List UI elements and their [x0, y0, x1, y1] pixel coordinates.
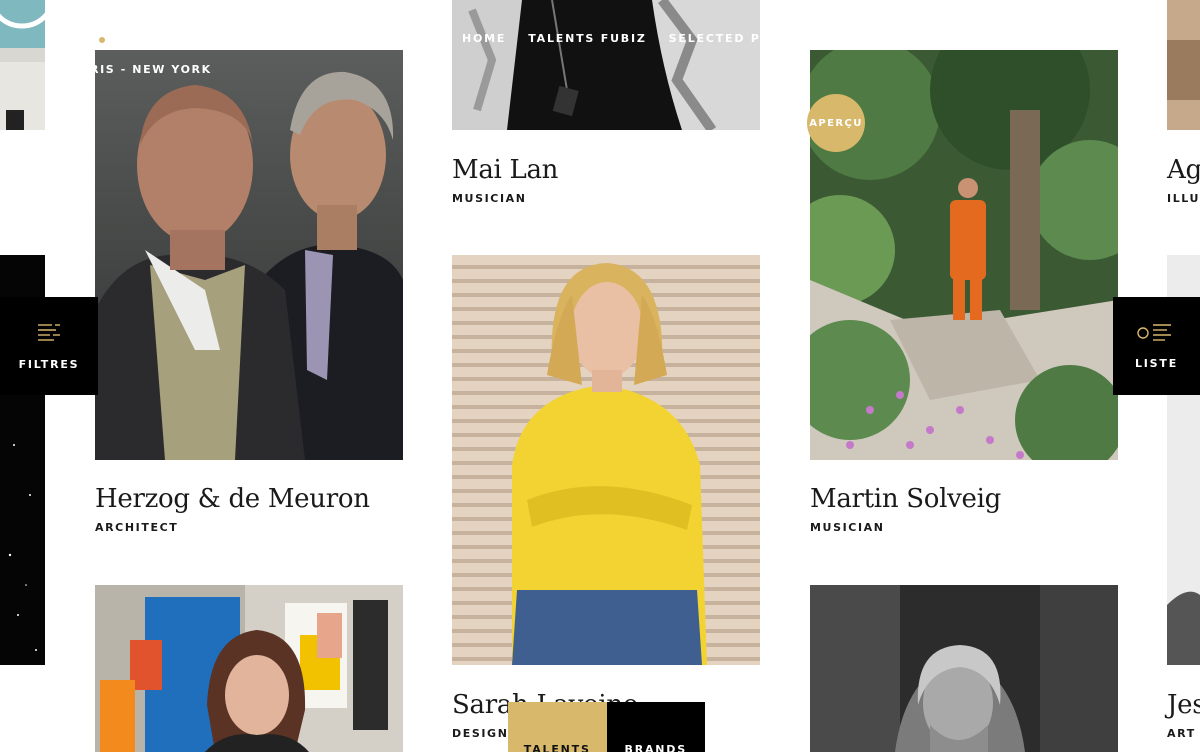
talent-name[interactable]: Herzog & de Meuron	[95, 484, 370, 514]
talent-role: ILLUS	[1167, 192, 1200, 205]
filter-icon	[38, 323, 60, 341]
left-edge-photo-top[interactable]	[0, 0, 45, 130]
talent-name[interactable]: Jess	[1167, 690, 1200, 720]
talent-role: ARCHITECT	[95, 521, 179, 534]
talent-role: MUSICIAN	[452, 192, 527, 205]
office-cities: RIS - NEW YORK	[90, 63, 212, 76]
logo-dot	[99, 37, 105, 43]
brand-logo[interactable]: Studio	[95, 32, 203, 52]
filters-button[interactable]: FILTRES	[0, 297, 98, 395]
talent-name[interactable]: Aga	[1167, 155, 1200, 185]
talent-name[interactable]: Mai Lan	[452, 155, 558, 185]
logo-text: Studio	[109, 32, 203, 52]
right-edge-photo-top[interactable]	[1167, 0, 1200, 130]
talent-role: MUSICIAN	[810, 521, 885, 534]
nav-selected-projects[interactable]: SELECTED PROJE	[669, 32, 760, 45]
talent-role: ART D	[1167, 727, 1200, 740]
talent-photo-bottom-right[interactable]	[810, 585, 1118, 752]
nav-home[interactable]: HOME	[462, 32, 506, 45]
list-view-button[interactable]: LISTE	[1113, 297, 1200, 395]
nav-talents-fubiz[interactable]: TALENTS FUBIZ	[528, 32, 646, 45]
list-label: LISTE	[1134, 356, 1179, 370]
filters-label: FILTRES	[18, 357, 80, 371]
talent-name[interactable]: Martin Solveig	[810, 484, 1001, 514]
tab-brands-label: BRANDS	[624, 743, 687, 752]
tab-talents-label: TALENTS	[523, 743, 591, 752]
talent-photo-sarah-lavoine[interactable]	[452, 255, 760, 665]
talent-photo-mai-lan[interactable]	[452, 0, 760, 130]
talent-photo-designer-bottom-left[interactable]	[95, 585, 403, 752]
tab-talents[interactable]: TALENTS	[508, 702, 607, 752]
tab-brands[interactable]: BRANDS	[606, 702, 705, 752]
category-tabs: TALENTS BRANDS	[508, 702, 705, 752]
talent-role: DESIGNE	[452, 727, 508, 740]
main-nav: HOME TALENTS FUBIZ SELECTED PROJE	[462, 32, 760, 45]
talent-photo-herzog[interactable]	[95, 50, 403, 460]
preview-badge[interactable]: APERÇU	[807, 94, 865, 152]
list-icon	[1136, 323, 1171, 341]
